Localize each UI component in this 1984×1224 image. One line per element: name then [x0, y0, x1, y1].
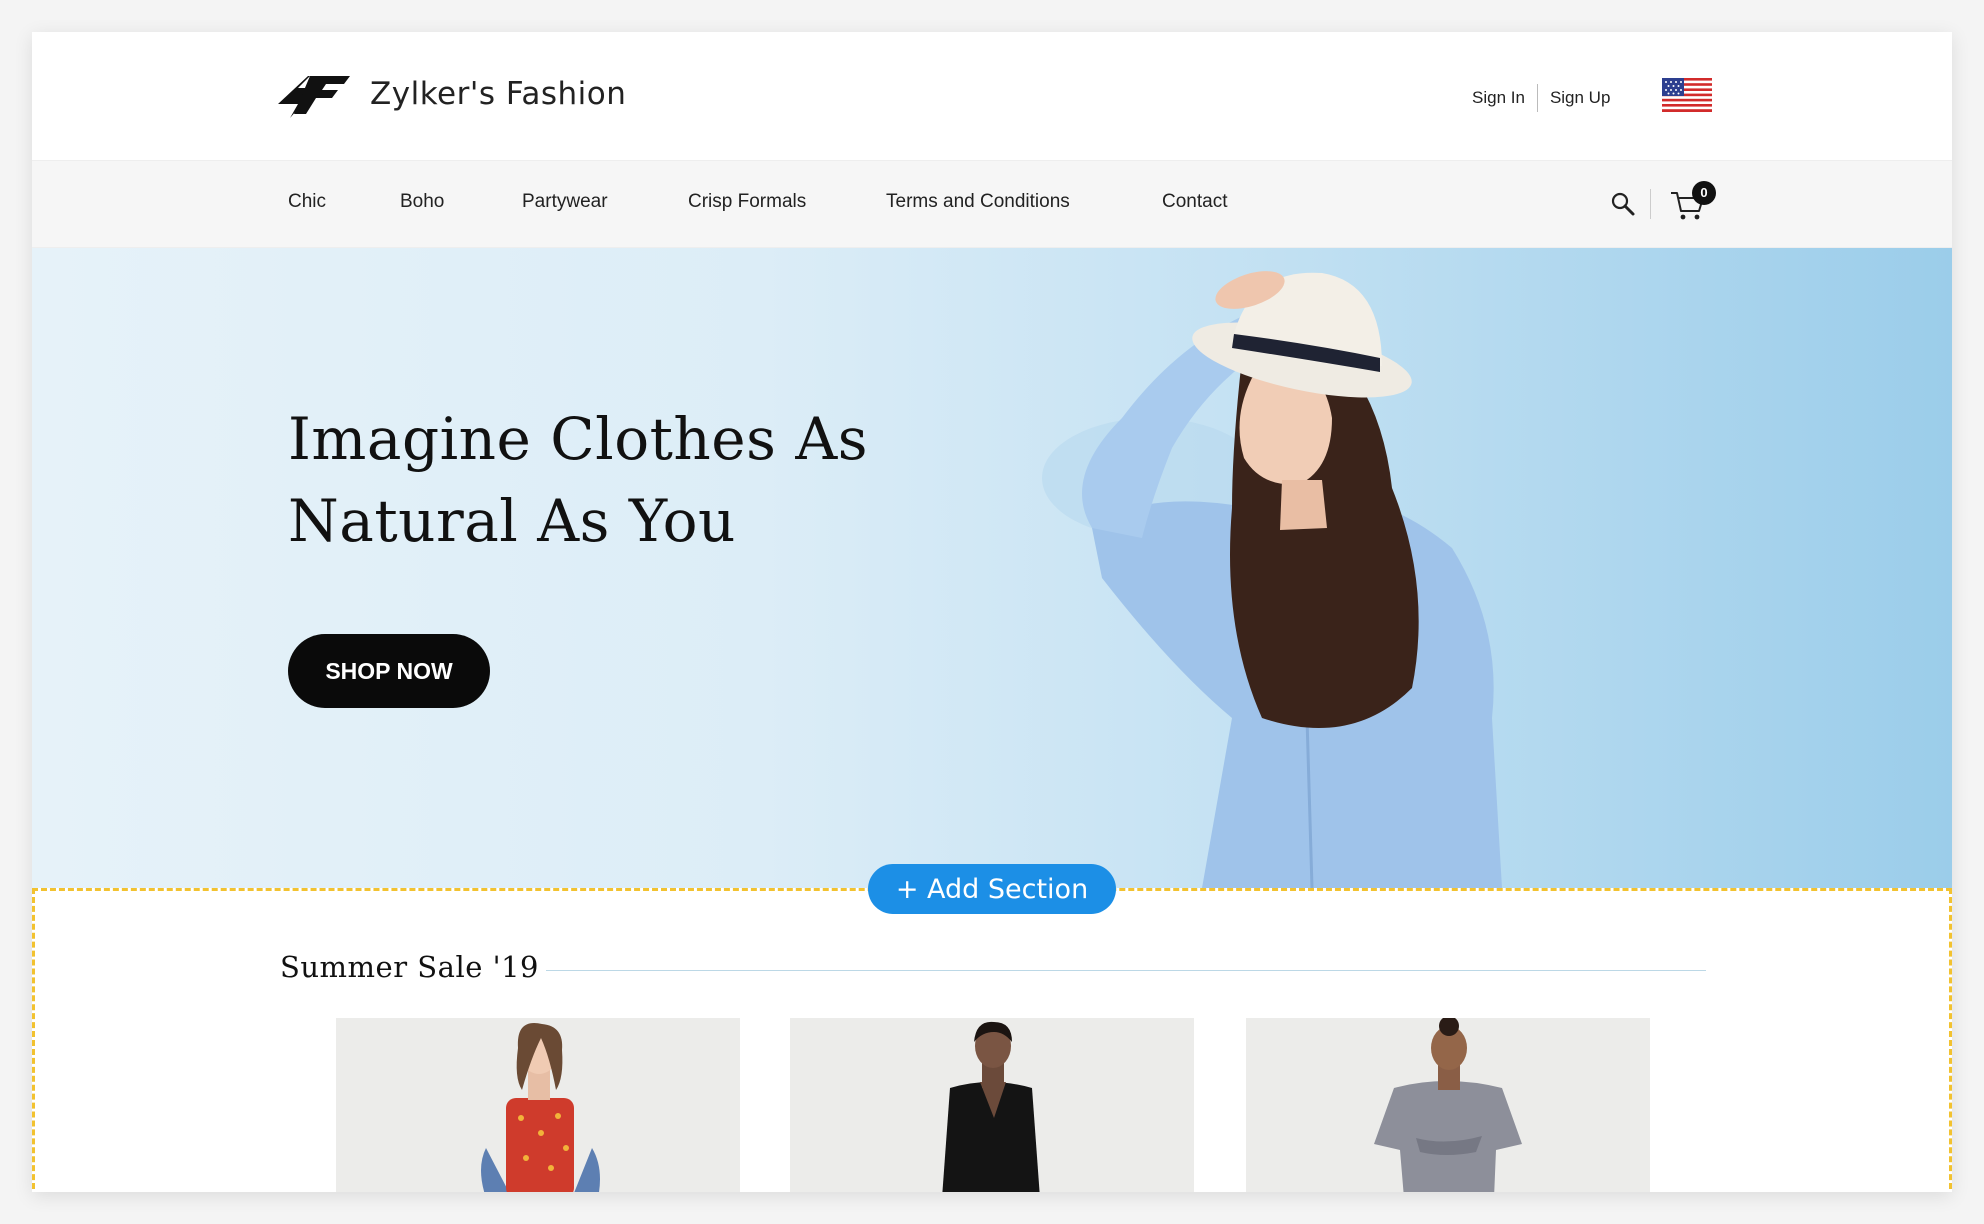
nav-item-partywear[interactable]: Partywear — [522, 191, 608, 213]
cart-count-badge: 0 — [1692, 181, 1716, 205]
hero-title: Imagine Clothes As Natural As You — [288, 398, 988, 562]
section-outline-left — [32, 888, 35, 1192]
nav-item-contact[interactable]: Contact — [1162, 191, 1227, 213]
add-section-button[interactable]: + Add Section — [868, 864, 1116, 914]
nav-item-boho[interactable]: Boho — [400, 191, 444, 213]
auth-links: Sign In Sign Up — [1472, 84, 1610, 112]
product-card[interactable] — [1246, 1018, 1650, 1192]
auth-divider — [1536, 84, 1538, 112]
product-card[interactable] — [336, 1018, 740, 1192]
brand-logo-icon[interactable] — [268, 70, 352, 122]
nav-item-terms-and-conditions[interactable]: Terms and Conditions — [886, 191, 1070, 213]
shop-now-button[interactable]: SHOP NOW — [288, 634, 490, 708]
sign-in-link[interactable]: Sign In — [1472, 88, 1525, 108]
hero-title-line: Imagine Clothes As — [288, 405, 868, 473]
hero-title-line: Natural As You — [288, 487, 736, 555]
product-card[interactable] — [790, 1018, 1194, 1192]
section-title: Summer Sale '19 — [280, 950, 539, 984]
nav-item-crisp-formals[interactable]: Crisp Formals — [688, 191, 806, 213]
search-icon[interactable] — [1610, 191, 1636, 217]
nav-divider — [1650, 189, 1651, 219]
sign-up-link[interactable]: Sign Up — [1550, 88, 1610, 108]
brand-name[interactable]: Zylker's Fashion — [370, 76, 626, 112]
hero-model-image — [1042, 271, 1502, 888]
section-outline-right — [1949, 888, 1952, 1192]
page-frame: Zylker's Fashion Sign In Sign Up Chic Bo… — [32, 32, 1952, 1192]
nav-item-chic[interactable]: Chic — [288, 191, 326, 213]
us-flag-icon[interactable] — [1662, 78, 1712, 112]
product-image — [1374, 1018, 1522, 1192]
product-image — [942, 1021, 1040, 1192]
section-divider — [546, 970, 1706, 971]
hero-banner: Imagine Clothes As Natural As You SHOP N… — [32, 248, 1952, 888]
site-header: Zylker's Fashion Sign In Sign Up — [32, 32, 1952, 160]
main-nav: Chic Boho Partywear Crisp Formals Terms … — [32, 160, 1952, 248]
product-image — [481, 1023, 600, 1192]
